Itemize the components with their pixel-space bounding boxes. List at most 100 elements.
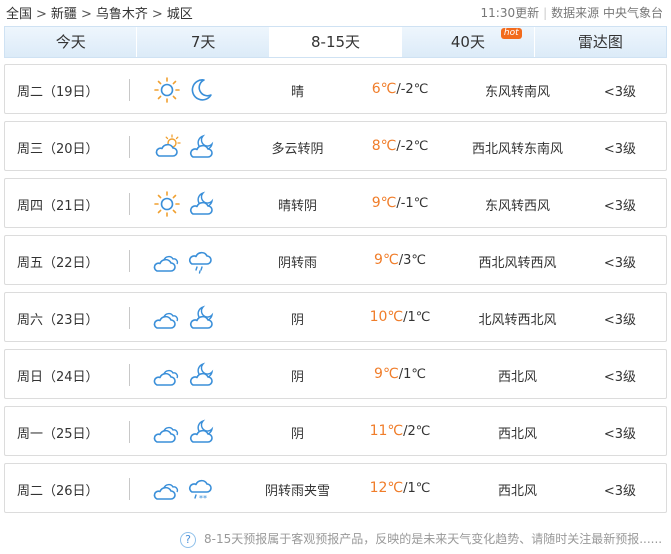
weather-icons: ** [153,475,215,503]
wind-direction: 东风转西风 [484,199,550,214]
forecast-day: 周五（22日） [17,256,99,271]
sun-icon [153,190,181,218]
temperature-range: 10℃/1℃ [345,309,455,325]
forecast-row: 周四（21日） 晴转阴 9℃/-1℃ 东风转西风 <3级 [4,178,667,228]
overcast-icon [153,361,181,389]
weather-icons [153,76,215,104]
breadcrumb: 全国 > 新疆 > 乌鲁木齐 > 城区 [6,3,193,22]
breadcrumb-separator: > [36,7,47,22]
forecast-list: 周二（19日）晴 6℃/-2℃ 东风转南风 <3级 周三（20日） 多云转阴 8℃/-2℃ 西… [4,64,667,520]
data-source: 数据来源 中央气象台 [551,6,663,20]
partly-cloudy-night-icon [187,190,215,218]
meta-divider: | [543,6,548,20]
tab-40-days[interactable]: 40天 hot [402,27,535,57]
row-divider [129,136,130,158]
wind-direction: 西北风转东南风 [471,142,563,157]
temp-low: 3℃ [403,253,426,268]
forecast-day: 周六（23日） [17,313,99,328]
partly-cloudy-night-icon [187,418,215,446]
temp-low: -1℃ [400,196,429,211]
row-divider [129,193,130,215]
temp-high: 9℃ [374,366,399,382]
forecast-day: 周一（25日） [17,427,99,442]
wind-level: <3级 [603,256,636,271]
temp-high: 10℃ [369,309,404,325]
forecast-tabs: 今天 7天 8-15天 40天 hot 雷达图 [4,26,667,58]
overcast-icon [153,247,181,275]
top-bar: 全国 > 新疆 > 乌鲁木齐 > 城区 11:30更新 | 数据来源 中央气象台 [0,0,671,24]
wind-level: <3级 [603,313,636,328]
forecast-day: 周二（26日） [17,484,99,499]
forecast-row: 周五（22日） 阴转雨 9℃/3℃ 西北风转西风 <3级 [4,235,667,285]
forecast-row: 周二（19日）晴 6℃/-2℃ 东风转南风 <3级 [4,64,667,114]
wind-level: <3级 [603,142,636,157]
question-icon[interactable]: ? [180,531,196,548]
sleet-icon: ** [187,475,215,503]
tab-8-15-days[interactable]: 8-15天 [269,27,403,57]
forecast-day: 周四（21日） [17,199,99,214]
temperature-range: 8℃/-2℃ [345,138,455,154]
temperature-range: 11℃/2℃ [345,423,455,439]
temperature-range: 9℃/1℃ [345,366,455,382]
tab-label: 8-15天 [310,33,361,51]
temp-high: 12℃ [369,480,404,496]
forecast-day: 周三（20日） [17,142,99,157]
overcast-icon [153,304,181,332]
update-meta: 11:30更新 | 数据来源 中央气象台 [481,4,663,21]
temp-high: 6℃ [371,81,397,97]
wind-level: <3级 [603,199,636,214]
partly-cloudy-night-icon [187,361,215,389]
tab-label: 7天 [190,33,216,51]
row-divider [129,79,130,101]
wind-level: <3级 [603,85,636,100]
breadcrumb-item-city[interactable]: 乌鲁木齐 [96,3,148,22]
temp-high: 9℃ [374,252,399,268]
breadcrumb-separator: > [80,7,92,22]
forecast-row: 周日（24日）阴 9℃/1℃ 西北风 <3级 [4,349,667,399]
temperature-range: 9℃/-1℃ [345,195,455,211]
temp-low: 2℃ [407,424,431,439]
forecast-row: 周三（20日） 多云转阴 8℃/-2℃ 西北风转东南风 <3级 [4,121,667,171]
tab-label: 40天 [450,33,485,51]
partly-cloudy-night-icon [187,304,215,332]
row-divider [129,421,130,443]
wind-level: <3级 [603,370,636,385]
wind-direction: 北风转西北风 [478,313,557,328]
breadcrumb-item-district: 城区 [166,7,193,22]
temp-low: 1℃ [403,367,426,382]
tab-today[interactable]: 今天 [5,27,138,57]
wind-direction: 东风转南风 [484,85,550,100]
forecast-day: 周日（24日） [17,370,99,385]
breadcrumb-item-province[interactable]: 新疆 [51,3,77,22]
forecast-row: 周二（26日） ** 阴转雨夹雪 12℃/1℃ 西北风 <3级 [4,463,667,513]
temperature-range: 9℃/3℃ [345,252,455,268]
moon-icon [187,76,215,104]
tab-7-days[interactable]: 7天 [137,27,270,57]
wind-direction: 西北风转西风 [478,256,557,271]
temp-low: 1℃ [407,310,431,325]
overcast-icon [153,418,181,446]
breadcrumb-separator: > [151,7,163,22]
partly-cloudy-night-icon [187,133,215,161]
row-divider [129,250,130,272]
svg-text:**: ** [199,494,207,503]
temp-low: -2℃ [400,82,429,97]
temperature-range: 12℃/1℃ [345,480,455,496]
forecast-row: 周六（23日）阴 10℃/1℃ 北风转西北风 <3级 [4,292,667,342]
forecast-day: 周二（19日） [17,85,99,100]
partly-cloudy-day-icon [153,133,181,161]
wind-level: <3级 [603,484,636,499]
sun-icon [153,76,181,104]
update-time: 11:30更新 [480,6,540,20]
forecast-row: 周一（25日）阴 11℃/2℃ 西北风 <3级 [4,406,667,456]
footer-text: 8-15天预报属于客观预报产品，反映的是未来天气变化趋势、请随时关注最新预报..… [204,532,663,546]
breadcrumb-item-country[interactable]: 全国 [6,3,32,22]
row-divider [129,307,130,329]
temp-low: 1℃ [407,481,431,496]
hot-badge: hot [500,28,522,39]
tab-radar[interactable]: 雷达图 [534,27,667,57]
footer-note: ? 8-15天预报属于客观预报产品，反映的是未来天气变化趋势、请随时关注最新预报.… [180,530,662,548]
wind-direction: 西北风 [497,370,537,385]
temp-high: 8℃ [371,138,397,154]
overcast-icon [153,475,181,503]
